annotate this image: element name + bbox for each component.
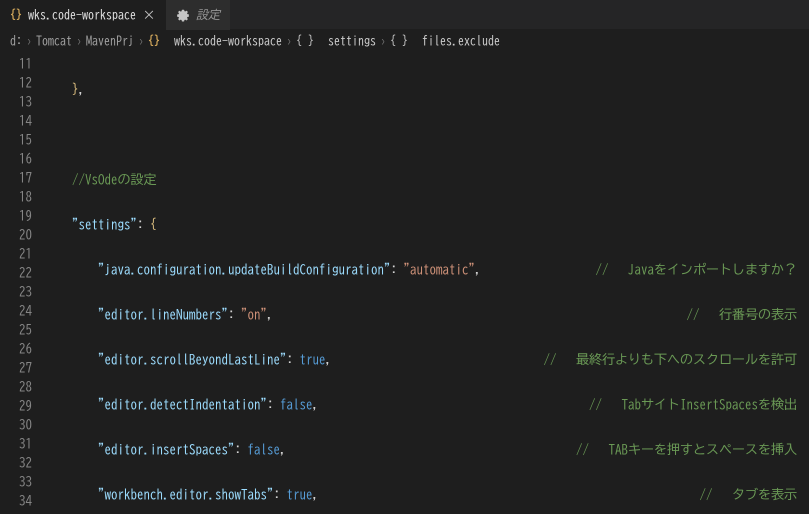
code-line[interactable]: "settings": { <box>46 215 809 234</box>
braces-icon: { } <box>296 35 314 47</box>
tab-label: 設定 <box>196 9 220 21</box>
crumb-text: d: <box>10 35 22 47</box>
chevron-right-icon: › <box>26 35 32 47</box>
line-number-gutter: 111213 141516 171819 202122 232425 2627 … <box>0 52 46 514</box>
code-line[interactable]: "editor.insertSpaces": false,// TABキーを押す… <box>46 440 809 459</box>
crumb-text: Tomcat <box>36 35 72 47</box>
tab-workspace[interactable]: {} wks.code-workspace × <box>0 0 166 30</box>
chevron-right-icon: › <box>380 35 386 47</box>
crumb-folder[interactable]: Tomcat <box>36 35 72 47</box>
code-line[interactable]: "editor.scrollBeyondLastLine": true,// 最… <box>46 350 809 369</box>
crumb-symbol[interactable]: { } files.exclude <box>390 35 500 47</box>
code-line[interactable]: }, <box>46 80 809 99</box>
chevron-right-icon: › <box>286 35 292 47</box>
code-line[interactable]: //VsOdeの設定 <box>46 170 809 189</box>
gear-icon <box>176 8 190 22</box>
crumb-text: MavenPrj <box>86 35 134 47</box>
braces-icon: { } <box>390 35 408 47</box>
chevron-right-icon: › <box>76 35 82 47</box>
braces-icon: {} <box>10 9 22 21</box>
code-line[interactable]: "java.configuration.updateBuildConfigura… <box>46 260 809 279</box>
breadcrumb[interactable]: d: › Tomcat › MavenPrj › {} wks.code-wor… <box>0 30 809 52</box>
code-line[interactable]: "editor.detectIndentation": false,// Tab… <box>46 395 809 414</box>
crumb-symbol[interactable]: { } settings <box>296 35 376 47</box>
crumb-file[interactable]: {} wks.code-workspace <box>148 35 282 47</box>
editor-area[interactable]: 111213 141516 171819 202122 232425 2627 … <box>0 52 809 514</box>
code-line[interactable]: "editor.lineNumbers": "on",// 行番号の表示 <box>46 305 809 324</box>
code-line[interactable]: "workbench.editor.showTabs": true,// タブを… <box>46 485 809 504</box>
editor-tabbar: {} wks.code-workspace × 設定 <box>0 0 809 30</box>
code-line[interactable] <box>46 125 809 144</box>
close-icon[interactable]: × <box>142 8 156 22</box>
crumb-drive[interactable]: d: <box>10 35 22 47</box>
tab-settings[interactable]: 設定 <box>166 0 230 30</box>
crumb-text: wks.code-workspace <box>174 35 282 47</box>
chevron-right-icon: › <box>138 35 144 47</box>
code-content[interactable]: }, //VsOdeの設定 "settings": { "java.config… <box>46 52 809 514</box>
crumb-text: settings <box>328 35 376 47</box>
tab-label: wks.code-workspace <box>28 9 136 21</box>
braces-icon: {} <box>148 35 160 47</box>
crumb-text: files.exclude <box>422 35 500 47</box>
crumb-folder[interactable]: MavenPrj <box>86 35 134 47</box>
